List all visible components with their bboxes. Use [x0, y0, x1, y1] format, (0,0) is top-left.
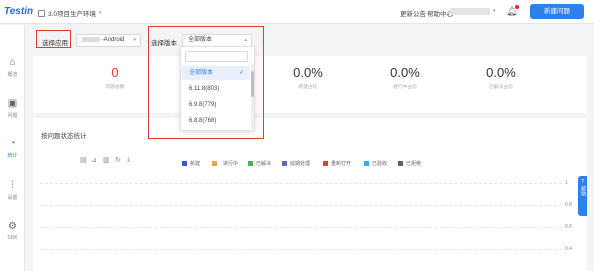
- y-tick-label: 1: [565, 180, 568, 186]
- stat-total: 0 问题总数: [105, 65, 125, 90]
- top-bar: Testin 3.0项目生产环境 ▾ 更新公告 帮助中心 ▾ 🔔︎ 新建问题: [0, 0, 594, 24]
- gridline: [40, 205, 562, 206]
- notification-dot: [515, 5, 519, 9]
- legend-item-reopened[interactable]: 重新打开: [323, 160, 351, 167]
- project-icon: [38, 9, 45, 17]
- home-icon: ⌂: [9, 57, 16, 68]
- app-select[interactable]: -Android ▾: [76, 34, 141, 47]
- bar-chart-icon[interactable]: ▥: [103, 156, 110, 164]
- document-icon[interactable]: ▤: [80, 156, 87, 164]
- logo[interactable]: Testin: [4, 6, 33, 17]
- sidebar: ⌂ 概览 ▣ 问题 ◔ 统计 ⫶ 设置 ⚙ SDK: [0, 25, 25, 271]
- project-name: 3.0项目生产环境: [48, 11, 97, 18]
- issue-icon: ▣: [7, 98, 18, 109]
- legend-item-delayed[interactable]: 延期处理: [282, 160, 310, 167]
- refresh-icon[interactable]: ↻: [115, 156, 121, 164]
- gridline: [40, 249, 562, 250]
- legend-item-accepted[interactable]: 已验收: [364, 160, 387, 167]
- settings-icon: ⫶: [11, 180, 14, 191]
- legend-item-new[interactable]: 新建: [182, 160, 200, 167]
- chart-panel-title: 按问题状态统计: [41, 133, 87, 140]
- update-notice-link[interactable]: 更新公告: [400, 8, 426, 18]
- chevron-down-icon: ▾: [133, 37, 136, 43]
- line-chart-icon[interactable]: ⊿: [91, 156, 97, 164]
- chevron-down-icon[interactable]: ▾: [493, 8, 496, 14]
- user-name[interactable]: [450, 8, 490, 15]
- gridline: [40, 183, 562, 184]
- highlight-box-app-label: [36, 30, 71, 48]
- help-icon: ?: [581, 179, 584, 185]
- y-tick-label: 0.8: [565, 202, 572, 208]
- sidebar-item-settings[interactable]: ⫶ 设置: [0, 180, 25, 201]
- help-side-tab[interactable]: ? 帮助: [578, 176, 587, 216]
- download-icon[interactable]: ⤓: [127, 156, 130, 164]
- sidebar-item-overview[interactable]: ⌂ 概览: [0, 57, 25, 78]
- app-name-redacted: [82, 36, 100, 42]
- legend-item-resolved[interactable]: 已解决: [248, 160, 271, 167]
- gridline: [40, 227, 562, 228]
- y-tick-label: 0.6: [565, 224, 572, 230]
- stat-resolved: 0.0% 已解决占比: [486, 65, 516, 90]
- sidebar-item-stats[interactable]: ◔ 统计: [0, 138, 25, 159]
- sdk-icon: ⚙: [8, 221, 17, 232]
- legend-item-in-progress[interactable]: 进行中: [212, 160, 238, 167]
- y-tick-label: 0.4: [565, 246, 572, 252]
- legend-item-rejected[interactable]: 已拒绝: [398, 160, 421, 167]
- stat-new: 0.0% 新建占比: [293, 65, 323, 90]
- chevron-down-icon: ▾: [99, 10, 102, 16]
- sidebar-item-sdk[interactable]: ⚙ SDK: [0, 221, 25, 241]
- project-switcher[interactable]: 3.0项目生产环境 ▾: [38, 8, 102, 18]
- new-issue-button[interactable]: 新建问题: [530, 4, 584, 19]
- sidebar-item-issues[interactable]: ▣ 问题: [0, 98, 25, 119]
- stat-in-progress: 0.0% 进行中占比: [390, 65, 420, 90]
- highlight-box-version: [148, 26, 264, 139]
- chart-icon: ◔: [9, 138, 16, 149]
